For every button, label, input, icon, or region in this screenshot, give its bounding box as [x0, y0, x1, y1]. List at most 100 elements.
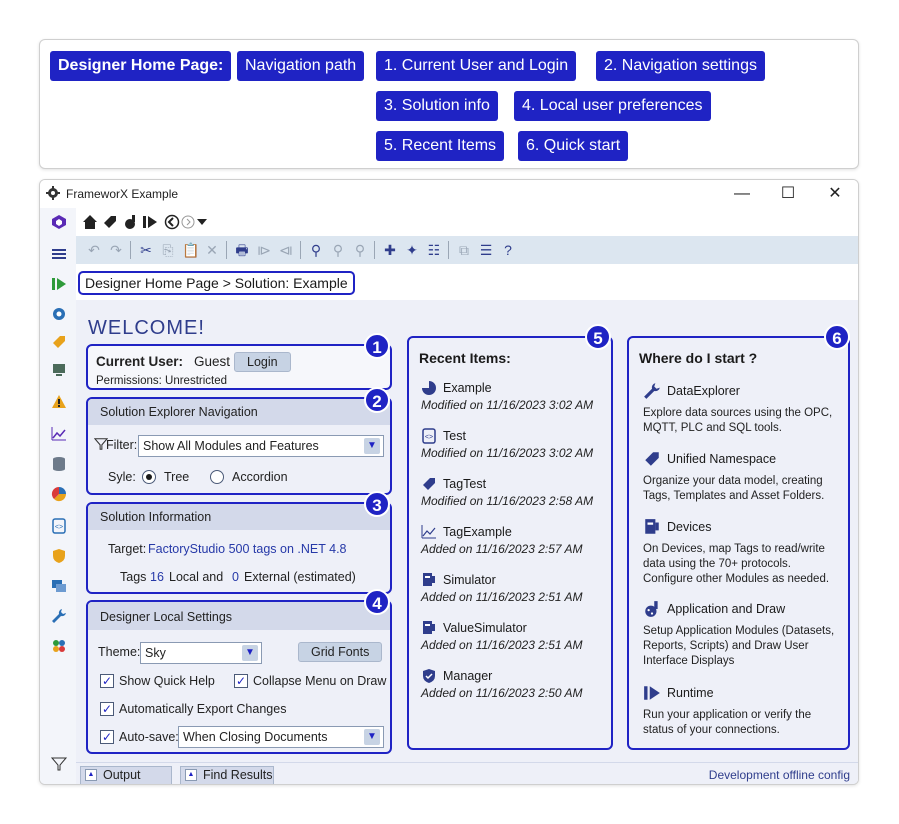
chevron-down-icon[interactable]: ▼ — [242, 645, 258, 661]
open-external-icon[interactable]: ⧉ — [456, 242, 472, 258]
permissions-text: Permissions: Unrestricted — [96, 375, 228, 387]
alarm-icon[interactable] — [51, 394, 67, 410]
trend-icon[interactable] — [51, 426, 67, 442]
breadcrumb[interactable]: Designer Home Page > Solution: Example — [78, 271, 355, 295]
collapse-menu-checkbox[interactable]: ✓ — [234, 674, 248, 688]
home-icon[interactable] — [82, 214, 98, 230]
gear-icon — [46, 186, 60, 200]
target-value: FactoryStudio 500 tags on .NET 4.8 — [148, 542, 347, 556]
search-icon[interactable]: ⚲ — [308, 242, 324, 258]
security-icon[interactable] — [51, 548, 67, 564]
app-window: FrameworX Example — ☐ ✕ <> ↶ ↷ ✂ ⎘ 📋 ✕ 🖶… — [39, 179, 859, 785]
copy-icon[interactable]: ⎘ — [160, 242, 176, 258]
quick-start-item[interactable]: Unified Namespace Organize your data mod… — [643, 450, 843, 504]
theme-select[interactable]: Sky ▼ — [140, 642, 262, 664]
chevron-down-icon[interactable]: ▼ — [364, 438, 380, 454]
database-icon[interactable] — [51, 456, 67, 472]
recent-item[interactable]: TagExample Added on 11/16/2023 2:57 AM — [421, 524, 611, 556]
tree-icon[interactable]: ☷ — [426, 242, 442, 258]
tags-label: Tags — [120, 570, 147, 584]
filter-icon[interactable] — [51, 756, 67, 772]
delete-icon[interactable]: ✕ — [204, 242, 220, 258]
recent-item-name: Manager — [443, 669, 493, 683]
security-icon — [423, 669, 435, 683]
paste-icon[interactable]: 📋 — [182, 242, 199, 258]
recent-item[interactable]: Example Modified on 11/16/2023 3:02 AM — [421, 380, 611, 412]
maximize-button[interactable]: ☐ — [768, 183, 808, 205]
recent-item[interactable]: Manager Added on 11/16/2023 2:50 AM — [421, 668, 611, 700]
legend-chip-navigation-settings: 2. Navigation settings — [596, 51, 765, 81]
comment-icon[interactable]: ☰ — [478, 242, 494, 258]
cut-icon[interactable]: ✂ — [138, 242, 154, 258]
chevron-down-icon[interactable] — [194, 214, 210, 230]
recent-item[interactable]: ValueSimulator Added on 11/16/2023 2:51 … — [421, 620, 611, 652]
undo-icon[interactable]: ↶ — [86, 242, 102, 258]
tag-icon[interactable] — [102, 214, 118, 230]
back-icon[interactable] — [164, 214, 180, 230]
wrench-icon[interactable] — [51, 608, 67, 624]
export-icon[interactable]: ⧏ — [278, 242, 294, 258]
quick-start-item[interactable]: DataExplorer Explore data sources using … — [643, 382, 843, 436]
devices-icon[interactable] — [51, 362, 67, 378]
new-tag-icon[interactable]: ✚ — [382, 242, 398, 258]
accordion-radio[interactable] — [210, 470, 224, 484]
device-icon — [645, 519, 659, 534]
filter-select-value: Show All Modules and Features — [143, 439, 319, 453]
login-button[interactable]: Login — [234, 352, 291, 372]
grid-fonts-button[interactable]: Grid Fonts — [298, 642, 383, 662]
import-icon[interactable]: ⧐ — [256, 242, 272, 258]
chevron-down-icon[interactable]: ▼ — [364, 729, 380, 745]
status-bar: ▲ Output ▲ Find Results Development offl… — [76, 762, 858, 784]
autosave-select[interactable]: When Closing Documents ▼ — [178, 726, 384, 748]
recent-item[interactable]: Simulator Added on 11/16/2023 2:51 AM — [421, 572, 611, 604]
recent-item-name: Example — [443, 381, 492, 395]
runtime-icon[interactable] — [142, 214, 158, 230]
quick-start-item[interactable]: Devices On Devices, map Tags to read/wri… — [643, 518, 843, 587]
extensions-icon[interactable] — [51, 638, 67, 654]
tree-radio[interactable] — [142, 470, 156, 484]
recent-item-date: Added on 11/16/2023 2:50 AM — [421, 686, 583, 700]
settings-icon[interactable] — [51, 306, 67, 322]
quick-start-item-title: DataExplorer — [667, 384, 740, 398]
tree-radio-label: Tree — [164, 470, 190, 484]
navigation-settings-panel: Solution Explorer Navigation Filter: Sho… — [86, 397, 392, 495]
paint-icon[interactable] — [122, 214, 138, 230]
minimize-button[interactable]: — — [722, 183, 762, 205]
menu-icon[interactable] — [51, 246, 67, 262]
autosave-checkbox[interactable]: ✓ — [100, 730, 114, 744]
output-tab[interactable]: ▲ Output — [80, 766, 172, 784]
tag-icon[interactable] — [51, 334, 67, 350]
window-title: FrameworX Example — [66, 187, 179, 201]
quick-start-item[interactable]: Runtime Run your application or verify t… — [643, 684, 843, 738]
find-results-tab[interactable]: ▲ Find Results — [180, 766, 274, 784]
toolbar-separator — [374, 241, 375, 259]
search-previous-icon[interactable]: ⚲ — [330, 242, 346, 258]
current-user-label: Current User: — [96, 354, 184, 369]
show-quick-help-checkbox[interactable]: ✓ — [100, 674, 114, 688]
cube-icon[interactable] — [51, 214, 67, 230]
recent-item[interactable]: <> Test Modified on 11/16/2023 3:02 AM — [421, 428, 611, 460]
recent-item[interactable]: TagTest Modified on 11/16/2023 2:58 AM — [421, 476, 611, 508]
toolbar-separator — [226, 241, 227, 259]
home-content: WELCOME! Current User: Guest Login Permi… — [76, 300, 858, 784]
legend-chip-solution-info: 3. Solution info — [376, 91, 498, 121]
collapse-menu-label: Collapse Menu on Draw — [253, 674, 387, 688]
tag-settings-icon[interactable]: ✦ — [404, 242, 420, 258]
runtime-icon[interactable] — [51, 276, 67, 292]
filter-select[interactable]: Show All Modules and Features ▼ — [138, 435, 384, 457]
legend-chip-nav-path: Navigation path — [237, 51, 365, 81]
print-icon[interactable]: 🖶 — [234, 242, 250, 258]
displays-icon[interactable] — [51, 578, 67, 594]
badge-4: 4 — [364, 589, 390, 615]
auto-export-label: Automatically Export Changes — [119, 702, 287, 716]
script-icon[interactable]: <> — [51, 518, 67, 534]
report-icon[interactable] — [51, 486, 67, 502]
quick-start-item[interactable]: Application and Draw Setup Application M… — [643, 600, 843, 669]
search-next-icon[interactable]: ⚲ — [352, 242, 368, 258]
help-icon[interactable]: ? — [500, 242, 516, 258]
recent-item-name: TagExample — [443, 525, 512, 539]
svg-text:<>: <> — [55, 524, 63, 531]
redo-icon[interactable]: ↷ — [108, 242, 124, 258]
close-button[interactable]: ✕ — [815, 183, 855, 205]
auto-export-checkbox[interactable]: ✓ — [100, 702, 114, 716]
